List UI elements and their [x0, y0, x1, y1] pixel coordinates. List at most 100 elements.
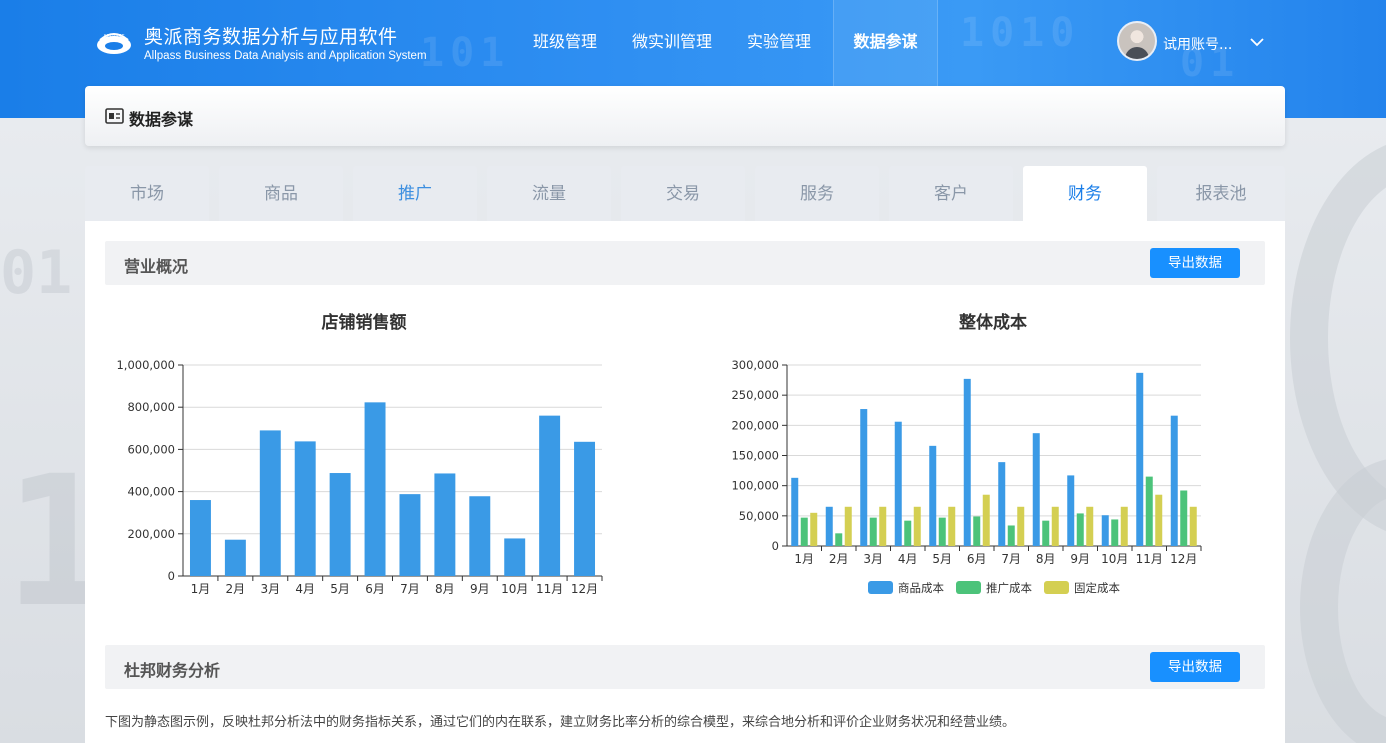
allpass-logo-icon: ALLPASS [97, 33, 131, 54]
bar [1180, 490, 1188, 546]
nav-class-management[interactable]: 班级管理 [522, 0, 608, 86]
y-tick-label: 0 [772, 539, 779, 553]
bar [810, 512, 818, 546]
x-tick-label: 5月 [330, 582, 350, 596]
y-tick-label: 250,000 [731, 388, 779, 402]
legend-swatch [1044, 581, 1069, 594]
tab-product[interactable]: 商品 [219, 166, 343, 222]
bar [894, 421, 902, 546]
nav-micro-training[interactable]: 微实训管理 [620, 0, 724, 86]
y-tick-label: 200,000 [731, 418, 779, 432]
tab-service[interactable]: 服务 [755, 166, 879, 222]
nav-experiment-management[interactable]: 实验管理 [736, 0, 822, 86]
bar [791, 477, 799, 546]
x-tick-label: 6月 [365, 582, 385, 596]
x-tick-label: 1月 [794, 552, 814, 566]
section-title: 杜邦财务分析 [124, 661, 221, 680]
x-tick-label: 11月 [536, 582, 563, 596]
x-tick-label: 11月 [1136, 552, 1163, 566]
bar [1170, 415, 1178, 546]
x-tick-label: 7月 [1001, 552, 1021, 566]
y-tick-label: 300,000 [731, 358, 779, 372]
chart-title: 整体成本 [959, 313, 1027, 333]
bar [1042, 520, 1050, 546]
bar [879, 506, 887, 546]
y-tick-label: 800,000 [127, 400, 175, 414]
bar [1086, 506, 1094, 546]
bar [1155, 494, 1163, 546]
page-title: 数据参谋 [129, 110, 194, 129]
tab-promotion[interactable]: 推广 [353, 166, 477, 222]
y-tick-label: 200,000 [127, 527, 175, 541]
brand-name: 奥派商务数据分析与应用软件 [144, 26, 398, 48]
section-overview: 营业概况 导出数据 [105, 241, 1265, 285]
tab-finance[interactable]: 财务 [1023, 166, 1147, 222]
x-tick-label: 2月 [829, 552, 849, 566]
bar [1007, 525, 1015, 546]
bar [1189, 506, 1197, 546]
y-tick-label: 0 [168, 569, 175, 583]
bar [539, 415, 561, 576]
bar [364, 402, 386, 576]
export-data-button[interactable]: 导出数据 [1150, 248, 1240, 278]
chevron-down-icon[interactable] [1248, 33, 1266, 51]
x-tick-label: 3月 [863, 552, 883, 566]
dashboard-icon [105, 108, 124, 124]
x-tick-label: 3月 [260, 582, 280, 596]
bar [844, 506, 852, 546]
x-tick-label: 8月 [1036, 552, 1056, 566]
legend-label: 推广成本 [986, 581, 1032, 595]
bar [504, 538, 526, 576]
x-tick-label: 9月 [1070, 552, 1090, 566]
section-dupont: 杜邦财务分析 导出数据 [105, 645, 1265, 689]
finance-panel: 营业概况 导出数据 店铺销售额 整体成本 0 200,000 400,000 600,… [85, 221, 1285, 743]
avatar[interactable] [1117, 21, 1157, 61]
x-tick-label: 8月 [435, 582, 455, 596]
y-tick-label: 50,000 [739, 509, 779, 523]
x-tick-label: 10月 [1101, 552, 1128, 566]
x-tick-label: 5月 [932, 552, 952, 566]
x-tick-label: 4月 [295, 582, 315, 596]
bar [835, 533, 843, 546]
bar [224, 539, 246, 576]
bar [399, 494, 421, 576]
tab-report-pool[interactable]: 报表池 [1157, 166, 1285, 222]
section-title: 营业概况 [124, 257, 189, 276]
bar [973, 516, 981, 546]
bar [1076, 513, 1084, 546]
legend-label: 固定成本 [1074, 581, 1120, 595]
tab-transaction[interactable]: 交易 [621, 166, 745, 222]
y-tick-label: 600,000 [127, 442, 175, 456]
bar [860, 409, 868, 546]
x-tick-label: 12月 [571, 582, 598, 596]
top-navbar: ALLPASS 奥派商务数据分析与应用软件 Allpass Business D… [0, 0, 1386, 86]
tab-customer[interactable]: 客户 [889, 166, 1013, 222]
page-header: 数据参谋 [85, 86, 1285, 146]
y-tick-label: 1,000,000 [116, 358, 175, 372]
x-tick-label: 2月 [226, 582, 246, 596]
bar [1101, 515, 1109, 546]
bar [948, 506, 956, 546]
bar [1017, 506, 1025, 546]
legend-label: 商品成本 [898, 581, 944, 595]
chart-title: 店铺销售额 [321, 313, 407, 333]
nav-data-advisor[interactable]: 数据参谋 [833, 0, 938, 86]
x-tick-label: 1月 [191, 582, 211, 596]
brand-name-en: Allpass Business Data Analysis and Appli… [144, 50, 427, 62]
tab-market[interactable]: 市场 [85, 166, 209, 222]
bar [982, 494, 990, 546]
bar [1032, 433, 1040, 546]
bar [1051, 506, 1059, 546]
svg-text:ALLPASS: ALLPASS [103, 34, 124, 40]
bar [294, 441, 316, 576]
tab-traffic[interactable]: 流量 [487, 166, 611, 222]
legend-swatch [868, 581, 893, 594]
y-tick-label: 150,000 [731, 449, 779, 463]
x-tick-label: 12月 [1170, 552, 1197, 566]
user-name[interactable]: 试用账号... [1163, 34, 1232, 54]
export-data-button[interactable]: 导出数据 [1150, 652, 1240, 682]
bar [1136, 372, 1144, 546]
bar [913, 506, 921, 546]
dupont-description: 下图为静态图示例，反映杜邦分析法中的财务指标关系，通过它们的内在联系，建立财务比… [105, 715, 1016, 730]
bar [329, 473, 351, 576]
